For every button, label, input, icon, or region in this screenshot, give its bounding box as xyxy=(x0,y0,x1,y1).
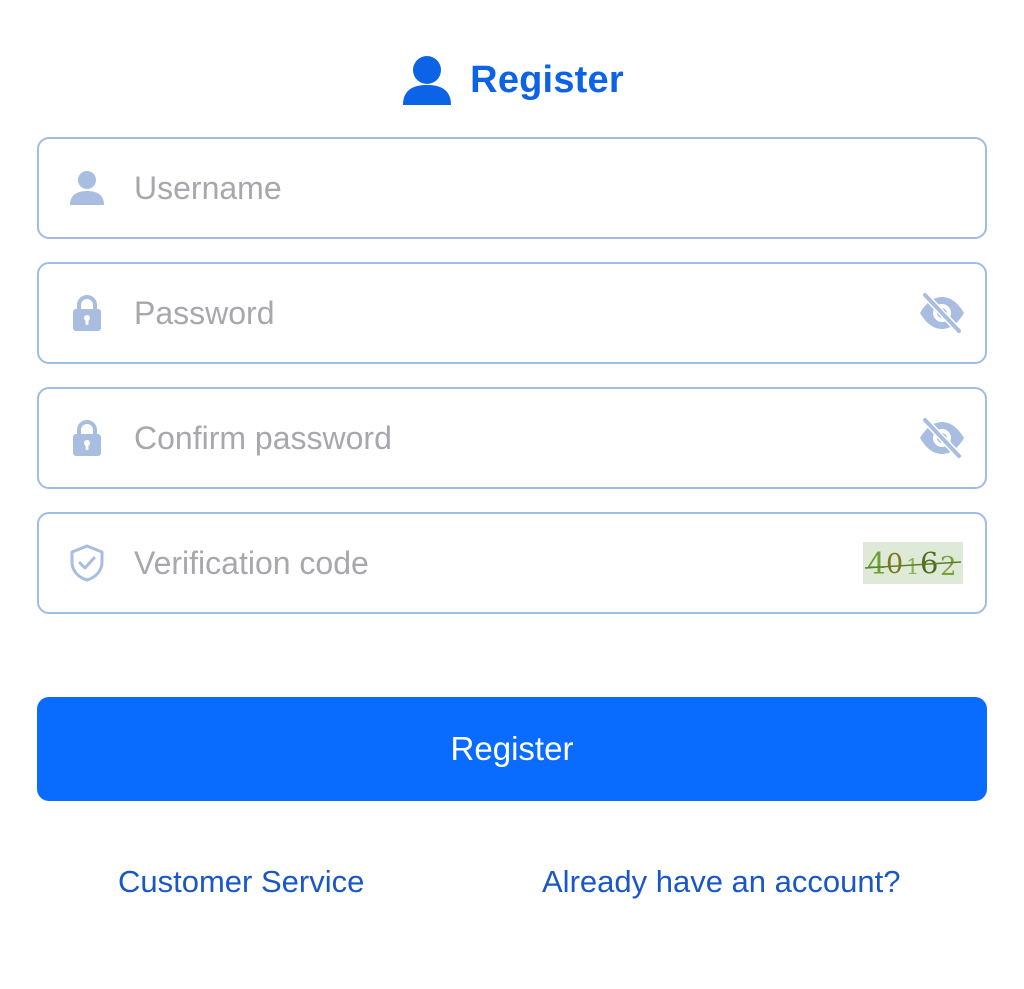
login-link[interactable]: Already have an account? xyxy=(542,862,900,902)
username-input[interactable] xyxy=(134,139,894,237)
page-header: Register xyxy=(0,48,1024,112)
verification-code-input[interactable] xyxy=(134,514,894,612)
user-icon xyxy=(403,56,452,105)
captcha-digit: 0 xyxy=(886,549,903,580)
user-icon xyxy=(70,171,104,205)
password-field[interactable] xyxy=(37,262,987,364)
confirm-password-input[interactable] xyxy=(134,389,894,487)
customer-service-link[interactable]: Customer Service xyxy=(118,862,364,902)
captcha-digit: 4 xyxy=(867,547,886,582)
eye-off-icon[interactable] xyxy=(917,416,967,460)
eye-off-icon[interactable] xyxy=(917,291,967,335)
confirm-password-field[interactable] xyxy=(37,387,987,489)
captcha-digit: 1 xyxy=(906,555,919,579)
captcha-image[interactable]: 4 0 1 6 2 xyxy=(863,542,963,584)
captcha-graphic: 4 0 1 6 2 xyxy=(864,546,962,582)
verification-code-field[interactable]: 4 0 1 6 2 xyxy=(37,512,987,614)
lock-icon xyxy=(73,420,101,456)
shield-check-icon xyxy=(70,544,104,582)
captcha-digit: 2 xyxy=(940,552,957,582)
lock-icon xyxy=(73,295,101,331)
register-button[interactable]: Register xyxy=(37,697,987,801)
password-input[interactable] xyxy=(134,264,894,362)
username-field[interactable] xyxy=(37,137,987,239)
page-title: Register xyxy=(470,59,624,101)
